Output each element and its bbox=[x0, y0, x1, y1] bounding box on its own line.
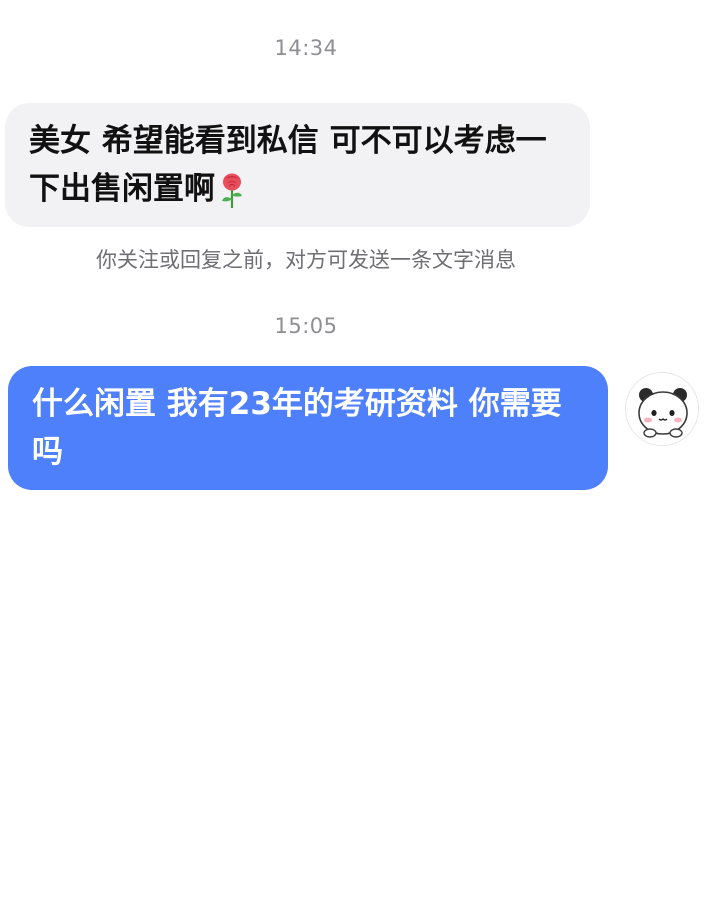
outgoing-message-bubble[interactable]: 什么闲置 我有23年的考研资料 你需要吗 bbox=[8, 366, 608, 490]
incoming-message-text: 美女 希望能看到私信 可不可以考虑一下出售闲置啊 bbox=[29, 123, 547, 207]
chat-thread: 14:34 美女 希望能看到私信 可不可以考虑一下出售闲置啊 你关注或回复之前，… bbox=[0, 0, 720, 921]
outgoing-message-text: 什么闲置 我有23年的考研资料 你需要吗 bbox=[32, 386, 562, 470]
message-timestamp: 15:05 bbox=[274, 314, 338, 338]
incoming-message-bubble[interactable]: 美女 希望能看到私信 可不可以考虑一下出售闲置啊 bbox=[5, 103, 590, 227]
rose-icon bbox=[219, 173, 245, 209]
follow-reply-notice: 你关注或回复之前，对方可发送一条文字消息 bbox=[96, 248, 516, 272]
panda-bear-avatar-icon[interactable] bbox=[625, 372, 699, 446]
message-timestamp: 14:34 bbox=[274, 36, 338, 60]
